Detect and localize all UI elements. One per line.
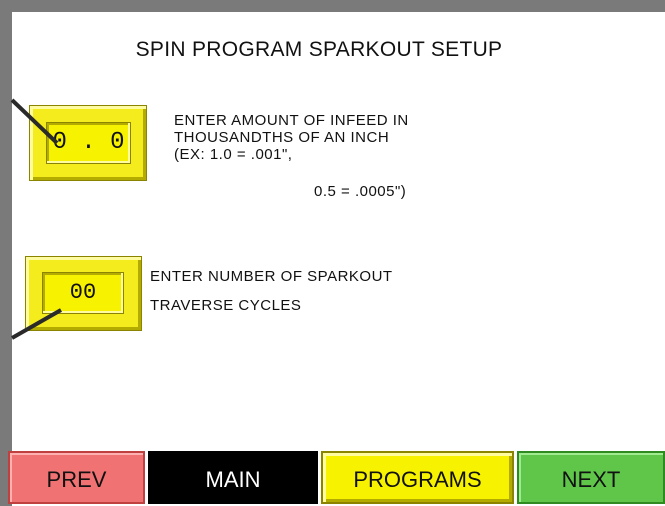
infeed-description-line-3: (EX: 1.0 = .001", — [174, 146, 293, 163]
infeed-description-line-4: 0.5 = .0005") — [314, 183, 407, 200]
next-button[interactable]: NEXT — [517, 451, 665, 504]
sparkout-cycles-input[interactable]: 00 — [42, 272, 124, 314]
sparkout-description-line-2: TRAVERSE CYCLES — [150, 297, 302, 314]
infeed-input-frame[interactable]: 0 . 0 — [29, 105, 147, 181]
page-title: SPIN PROGRAM SPARKOUT SETUP — [135, 38, 503, 61]
sparkout-cycles-input-frame[interactable]: 00 — [25, 256, 142, 331]
prev-button[interactable]: PREV — [8, 451, 145, 504]
infeed-description-line-1: ENTER AMOUNT OF INFEED IN — [174, 112, 409, 129]
infeed-input[interactable]: 0 . 0 — [46, 122, 131, 164]
programs-button[interactable]: PROGRAMS — [321, 451, 514, 504]
sparkout-description-line-1: ENTER NUMBER OF SPARKOUT — [150, 268, 393, 285]
main-button[interactable]: MAIN — [148, 451, 318, 504]
infeed-description-line-2: THOUSANDTHS OF AN INCH — [174, 129, 390, 146]
